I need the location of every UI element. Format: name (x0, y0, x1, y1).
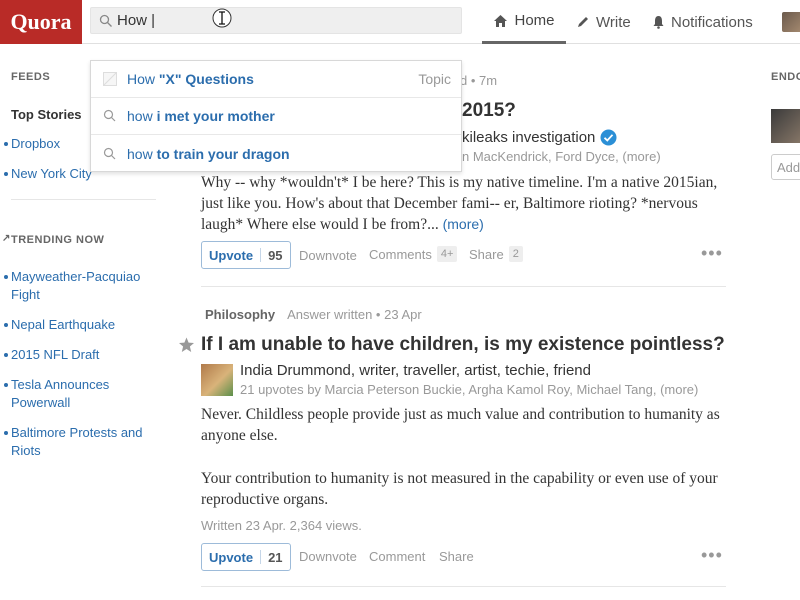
suggestion-prefix: how (127, 145, 157, 162)
story2-upvote-button[interactable]: Upvote 21 (201, 543, 291, 571)
suggestion-item[interactable]: how i met your mother (91, 98, 461, 135)
search-suggestions-dropdown: How "X" Questions Topic how i met your m… (90, 60, 462, 172)
upvote-label: Upvote (209, 549, 254, 565)
right-column-heading: ENDO (771, 71, 800, 83)
story2-share-button[interactable]: Share (439, 549, 474, 564)
share-count: 2 (508, 246, 523, 262)
story2-upvoters[interactable]: 21 upvotes by Marcia Peterson Buckie, Ar… (240, 382, 698, 397)
story2-para1: Never. Childless people provide just as … (201, 406, 720, 444)
star-icon[interactable] (178, 337, 195, 353)
search-box[interactable] (90, 7, 462, 34)
comments-count: 4+ (436, 246, 458, 262)
suggested-user-avatar[interactable] (771, 109, 800, 143)
story2-meta: Answer written • 23 Apr (287, 307, 422, 322)
nav-write[interactable]: Write (576, 0, 631, 44)
trending-item[interactable]: 2015 NFL Draft (4, 346, 161, 364)
story1-upvoters[interactable]: n MacKendrick, Ford Dyce, (more) (462, 149, 661, 164)
story1-more-link[interactable]: (more) (443, 216, 484, 232)
suggestion-bold: i met your mother (156, 108, 275, 124)
topic-icon (103, 72, 117, 86)
story2-comment-button[interactable]: Comment (369, 549, 425, 564)
nav-notifications-label: Notifications (671, 13, 753, 31)
upvote-label: Upvote (209, 247, 254, 263)
suggestion-bold: "X" Questions (158, 71, 254, 87)
trending-heading: ↗ TRENDING NOW (2, 233, 105, 246)
quora-logo[interactable]: Quora (0, 0, 82, 44)
top-stories-link[interactable]: Top Stories (11, 107, 82, 122)
nav-write-label: Write (596, 13, 631, 31)
story1-downvote-button[interactable]: Downvote (299, 248, 357, 263)
trending-item[interactable]: Nepal Earthquake (4, 316, 161, 334)
nav-home-label: Home (514, 12, 555, 29)
suggestion-topic[interactable]: How "X" Questions Topic (91, 61, 461, 98)
story1-body: Why -- why *wouldn't* I be here? This is… (201, 172, 726, 235)
story2-more-options-icon[interactable]: ••• (701, 545, 723, 566)
story2-header: Philosophy Answer written • 23 Apr (205, 307, 422, 322)
pencil-icon (578, 17, 588, 27)
sidebar-divider (11, 199, 156, 200)
add-button[interactable]: Add (771, 154, 800, 180)
story-divider (201, 586, 726, 587)
story1-upvote-button[interactable]: Upvote 95 (201, 241, 291, 269)
search-input[interactable] (117, 12, 417, 29)
story1-share-button[interactable]: Share 2 (469, 246, 523, 262)
share-label: Share (469, 246, 504, 262)
story2-title[interactable]: If I am unable to have children, is my e… (201, 334, 726, 356)
user-avatar[interactable] (782, 12, 800, 32)
story1-more-options-icon[interactable]: ••• (701, 243, 723, 264)
story2-downvote-button[interactable]: Downvote (299, 549, 357, 564)
story-divider (201, 286, 726, 287)
trending-arrow-icon: ↗ (2, 233, 11, 244)
story1-comments-button[interactable]: Comments 4+ (369, 246, 458, 262)
feeds-heading: FEEDS (11, 71, 51, 83)
top-bar: Quora Home Write Notifications (0, 0, 800, 44)
search-icon (99, 14, 112, 27)
home-icon (494, 14, 508, 27)
upvote-count: 21 (268, 549, 283, 565)
story2-written: Written 23 Apr. 2,364 views. (201, 518, 362, 533)
story2-para2: Your contribution to humanity is not mea… (201, 470, 718, 508)
search-icon (103, 109, 116, 122)
story2-topic[interactable]: Philosophy (205, 307, 275, 322)
story1-title[interactable]: 2015? (462, 100, 516, 122)
author-avatar[interactable] (201, 364, 233, 396)
suggestion-item[interactable]: how to train your dragon (91, 135, 461, 172)
search-icon (103, 147, 116, 159)
trending-heading-label: TRENDING NOW (11, 234, 105, 246)
story1-author[interactable]: kileaks investigation (462, 129, 595, 146)
nav-notifications[interactable]: Notifications (652, 0, 753, 44)
story2-author[interactable]: India Drummond, writer, traveller, artis… (240, 362, 591, 379)
story1-meta: d • 7m (460, 73, 498, 88)
nav-home[interactable]: Home (482, 0, 566, 44)
trending-item[interactable]: Tesla Announces Powerwall (4, 376, 161, 412)
bell-icon (653, 16, 664, 29)
trending-item[interactable]: Mayweather-Pacquiao Fight (4, 268, 161, 304)
story1-author-line: kileaks investigation (462, 129, 617, 146)
trending-item[interactable]: Baltimore Protests and Riots (4, 424, 161, 460)
text-cursor-icon (212, 8, 232, 28)
comments-label: Comments (369, 246, 432, 262)
suggestion-bold: to train your dragon (156, 145, 290, 162)
upvote-count: 95 (268, 247, 283, 263)
suggestion-prefix: how (127, 108, 157, 124)
suggestion-prefix: How (127, 71, 159, 87)
verified-check-icon (600, 129, 617, 146)
suggestion-type-tag: Topic (418, 71, 451, 87)
